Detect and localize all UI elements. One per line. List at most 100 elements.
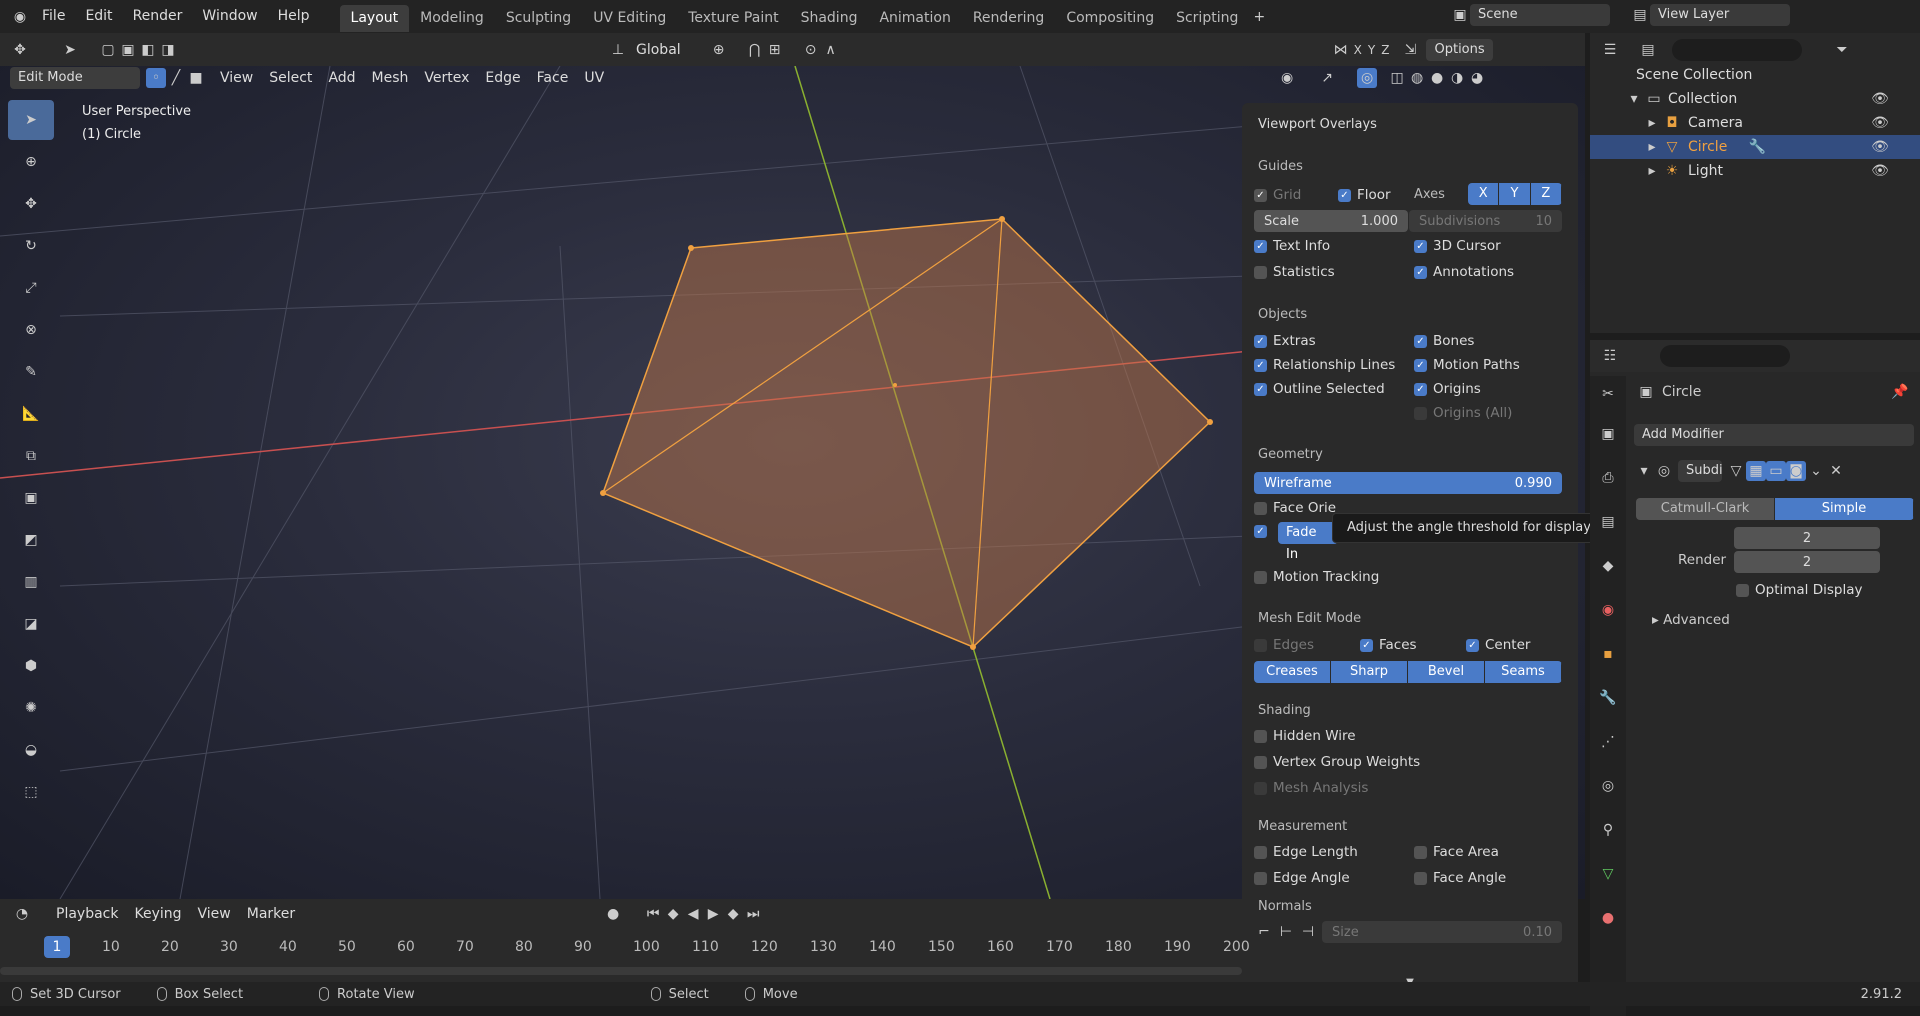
material-shading-icon[interactable]: ◑ — [1447, 68, 1467, 88]
outliner-search-input[interactable] — [1672, 39, 1802, 61]
next-keyframe-icon[interactable]: ◆ — [723, 904, 743, 924]
menu-window[interactable]: Window — [192, 0, 267, 33]
advanced-subpanel[interactable]: ▸ Advanced — [1652, 612, 1730, 628]
axes-toggles[interactable]: X Y Z — [1468, 183, 1562, 205]
extras-checkbox[interactable]: ✓ Extras — [1254, 333, 1316, 349]
menu-file[interactable]: File — [32, 0, 75, 33]
floor-checkbox[interactable]: ✓ Floor — [1338, 187, 1391, 203]
wireframe-slider[interactable]: Wireframe 0.990 — [1254, 472, 1562, 494]
marker-menu[interactable]: Marker — [239, 906, 303, 922]
bones-checkbox[interactable]: ✓ Bones — [1414, 333, 1474, 349]
scene-selector[interactable]: Scene — [1470, 4, 1610, 26]
mirror-icon[interactable]: ⋈ — [1331, 40, 1351, 60]
eye-icon[interactable]: 👁 — [1870, 161, 1890, 181]
modifier-icon[interactable]: 🔧 — [1747, 137, 1767, 157]
output-tab-icon[interactable]: ⎙ — [1598, 468, 1618, 488]
transform-tool-icon[interactable]: ⊗ — [8, 310, 54, 350]
eye-icon[interactable]: 👁 — [1870, 113, 1890, 133]
tab-compositing[interactable]: Compositing — [1055, 5, 1165, 32]
editor-type-icon[interactable]: ✥ — [10, 40, 30, 60]
tab-texture-paint[interactable]: Texture Paint — [677, 5, 789, 32]
knife-tool-icon[interactable]: ◪ — [8, 604, 54, 644]
subdivisions-field[interactable]: Subdivisions 10 — [1409, 210, 1562, 232]
subdivision-type[interactable]: Catmull-Clark Simple — [1636, 498, 1914, 520]
orientation-icon[interactable]: ⊥ — [608, 40, 628, 60]
scene-tab-icon[interactable]: ◆ — [1598, 556, 1618, 576]
snap-icon[interactable]: ⋂ — [745, 40, 765, 60]
fade-inactive-slider[interactable]: Fade In — [1278, 522, 1338, 562]
center-checkbox[interactable]: ✓ Center — [1466, 637, 1530, 653]
face-orientation-checkbox[interactable]: Face Orie — [1254, 500, 1336, 516]
menu-add[interactable]: Add — [320, 70, 363, 86]
select-box-tool-icon[interactable]: ➤ — [8, 100, 54, 140]
select-box-icon[interactable]: ▢ — [98, 40, 118, 60]
simple-button[interactable]: Simple — [1775, 498, 1914, 520]
expand-icon[interactable]: ▸ — [1642, 161, 1662, 181]
axis-x-button[interactable]: X — [1468, 183, 1500, 205]
catmull-clark-button[interactable]: Catmull-Clark — [1636, 498, 1775, 520]
timeline-view-menu[interactable]: View — [190, 906, 239, 922]
view-layer-selector[interactable]: View Layer — [1650, 4, 1790, 26]
falloff-icon[interactable]: ∧ — [821, 40, 841, 60]
statistics-checkbox[interactable]: Statistics — [1254, 264, 1335, 280]
expand-icon[interactable]: ▾ — [1624, 89, 1644, 109]
vertex-normals-icon[interactable]: ⌐ — [1254, 922, 1274, 942]
faces-checkbox[interactable]: ✓ Faces — [1360, 637, 1417, 653]
eye-icon[interactable]: 👁 — [1870, 137, 1890, 157]
tab-shading[interactable]: Shading — [790, 5, 869, 32]
properties-search-input[interactable] — [1660, 345, 1790, 367]
view-layer-icon[interactable]: ▤ — [1630, 5, 1650, 25]
menu-face[interactable]: Face — [529, 70, 577, 86]
timeline-scrollbar[interactable] — [0, 967, 1242, 975]
menu-select[interactable]: Select — [261, 70, 320, 86]
xray-icon[interactable]: ◫ — [1387, 68, 1407, 88]
keying-menu[interactable]: Keying — [126, 906, 189, 922]
collapse-icon[interactable]: ▾ — [1634, 461, 1654, 481]
scene-collection-row[interactable]: Scene Collection — [1590, 63, 1920, 87]
current-frame-marker[interactable]: 1 — [44, 936, 70, 958]
origins-checkbox[interactable]: ✓ Origins — [1414, 381, 1481, 397]
auto-merge-icon[interactable]: ⇲ — [1400, 40, 1420, 60]
inset-tool-icon[interactable]: ▣ — [8, 478, 54, 518]
world-tab-icon[interactable]: ◉ — [1598, 600, 1618, 620]
menu-vertex[interactable]: Vertex — [416, 70, 477, 86]
annotate-tool-icon[interactable]: ✎ — [8, 352, 54, 392]
tab-scripting[interactable]: Scripting — [1165, 5, 1249, 32]
cursor-tool-icon[interactable]: ⊕ — [8, 142, 54, 182]
proportional-icon[interactable]: ⊙ — [801, 40, 821, 60]
render-toggle-icon[interactable]: ◙ — [1786, 461, 1806, 481]
record-icon[interactable]: ● — [603, 904, 623, 924]
creases-button[interactable]: Creases — [1254, 661, 1331, 683]
tab-modeling[interactable]: Modeling — [409, 5, 495, 32]
smooth-tool-icon[interactable]: ◒ — [8, 730, 54, 770]
transform-orientation[interactable]: Global — [628, 42, 689, 58]
select-tool-icon[interactable]: ➤ — [60, 40, 80, 60]
outliner-item-light[interactable]: ▸ ☀ Light 👁 — [1590, 159, 1920, 183]
remove-modifier-icon[interactable]: ✕ — [1826, 461, 1846, 481]
data-tab-icon[interactable]: ▽ — [1598, 864, 1618, 884]
dropdown-icon[interactable]: ⌄ — [1806, 461, 1826, 481]
particles-tab-icon[interactable]: ⋰ — [1598, 732, 1618, 752]
select-subtract-icon[interactable]: ◧ — [138, 40, 158, 60]
seams-button[interactable]: Seams — [1485, 661, 1562, 683]
playback-menu[interactable]: Playback — [48, 906, 126, 922]
extrude-tool-icon[interactable]: ⧉ — [8, 436, 54, 476]
select-invert-icon[interactable]: ◨ — [158, 40, 178, 60]
menu-edit[interactable]: Edit — [75, 0, 122, 33]
tab-layout[interactable]: Layout — [339, 4, 410, 32]
edge-angle-checkbox[interactable]: Edge Angle — [1254, 870, 1350, 886]
add-workspace-icon[interactable]: + — [1249, 7, 1269, 27]
menu-edge[interactable]: Edge — [477, 70, 528, 86]
expand-icon[interactable]: ▸ — [1642, 113, 1662, 133]
play-reverse-icon[interactable]: ◀ — [683, 904, 703, 924]
pivot-icon[interactable]: ⊕ — [709, 40, 729, 60]
scale-field[interactable]: Scale 1.000 — [1254, 210, 1408, 232]
motion-paths-checkbox[interactable]: ✓ Motion Paths — [1414, 357, 1520, 373]
modifier-name-field[interactable]: Subdi — [1678, 460, 1723, 482]
menu-render[interactable]: Render — [123, 0, 193, 33]
poly-build-tool-icon[interactable]: ⬢ — [8, 646, 54, 686]
solid-shading-icon[interactable]: ● — [1427, 68, 1447, 88]
constraints-tab-icon[interactable]: ⚲ — [1598, 820, 1618, 840]
sharp-button[interactable]: Sharp — [1331, 661, 1408, 683]
axis-x-toggle[interactable]: X — [1351, 43, 1365, 57]
